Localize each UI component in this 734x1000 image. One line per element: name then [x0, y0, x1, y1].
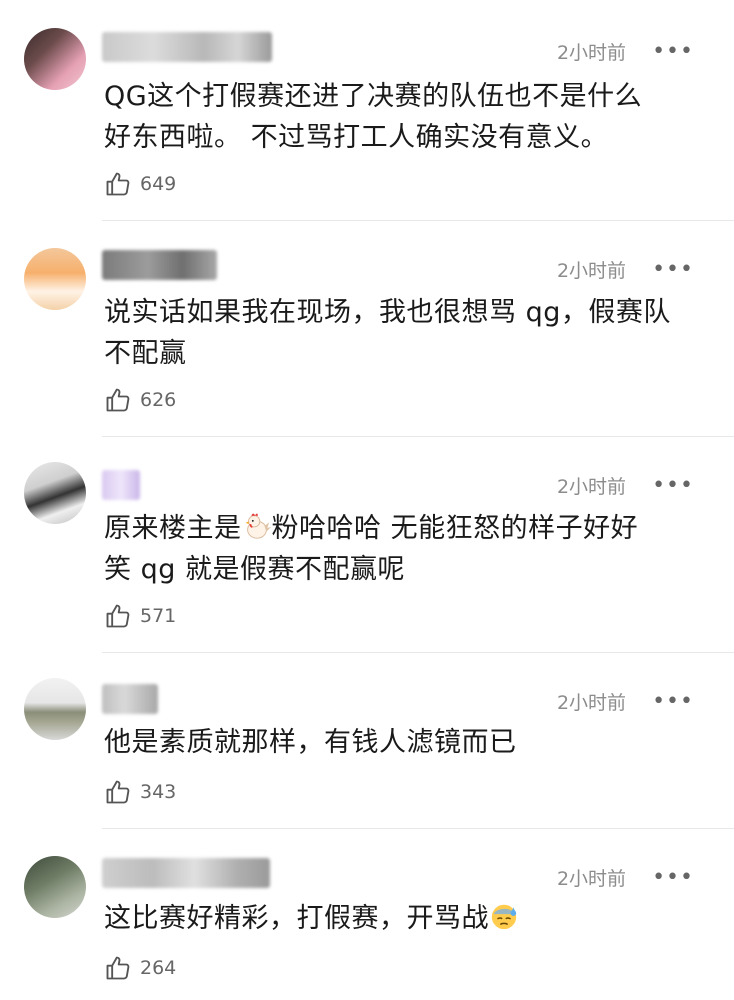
comment-text: 他是素质就那样，有钱人滤镜而已 — [104, 727, 517, 758]
like-count: 343 — [140, 781, 177, 803]
avatar[interactable] — [24, 856, 86, 918]
username-blurred[interactable] — [102, 684, 158, 714]
like-button[interactable]: 343 — [104, 778, 176, 806]
divider — [102, 220, 734, 221]
username-blurred[interactable] — [102, 858, 270, 888]
thumbs-up-icon — [106, 780, 130, 804]
more-options-icon[interactable]: ••• — [652, 690, 694, 713]
thumbs-up-icon — [106, 956, 130, 980]
thumbs-up-icon — [106, 172, 130, 196]
like-count: 626 — [140, 389, 177, 411]
more-options-icon[interactable]: ••• — [652, 474, 694, 497]
divider — [102, 652, 734, 653]
timestamp: 2小时前 — [556, 42, 627, 64]
like-button[interactable]: 571 — [104, 602, 176, 630]
thumbs-up-icon — [106, 388, 130, 412]
like-button[interactable]: 264 — [104, 954, 176, 982]
comment-text: 原来楼主是 粉哈哈哈 无能狂怒的样子好好 笑 qg 就是假赛不配赢呢 — [104, 508, 694, 590]
avatar[interactable] — [24, 248, 86, 310]
like-button[interactable]: 649 — [104, 170, 176, 198]
comment-meta: 2小时前 ••• — [557, 472, 694, 499]
chicken-emoji — [245, 513, 271, 539]
more-options-icon[interactable]: ••• — [652, 866, 694, 889]
thumbs-up-icon — [106, 604, 130, 628]
like-button[interactable]: 626 — [104, 386, 176, 414]
avatar[interactable] — [24, 28, 86, 90]
like-count: 571 — [140, 605, 177, 627]
timestamp: 2小时前 — [556, 476, 627, 498]
comment-text-part: 这比赛好精彩，打假赛，开骂战 — [104, 903, 489, 934]
divider — [102, 828, 734, 829]
comment-meta: 2小时前 ••• — [557, 256, 694, 283]
like-count: 264 — [140, 957, 177, 979]
comment-meta: 2小时前 ••• — [557, 864, 694, 891]
avatar[interactable] — [24, 462, 86, 524]
timestamp: 2小时前 — [556, 868, 627, 890]
timestamp: 2小时前 — [556, 692, 627, 714]
avatar[interactable] — [24, 678, 86, 740]
sweat-face-emoji — [491, 904, 517, 930]
username-blurred[interactable] — [102, 250, 217, 280]
divider — [102, 436, 734, 437]
like-count: 649 — [140, 173, 177, 195]
comment-meta: 2小时前 ••• — [557, 38, 694, 65]
comment-text: 说实话如果我在现场，我也很想骂 qg，假赛队 不配赢 — [104, 297, 671, 369]
timestamp: 2小时前 — [556, 260, 627, 282]
comment-text: QG这个打假赛还进了决赛的队伍也不是什么 好东西啦。 不过骂打工人确实没有意义。 — [104, 81, 643, 153]
comment-text-part: 原来楼主是 — [104, 513, 242, 544]
username-blurred[interactable] — [102, 32, 272, 62]
username-blurred[interactable] — [102, 470, 140, 500]
comment-text: 这比赛好精彩，打假赛，开骂战 — [104, 898, 694, 939]
more-options-icon[interactable]: ••• — [652, 258, 694, 281]
more-options-icon[interactable]: ••• — [652, 40, 694, 63]
comment-meta: 2小时前 ••• — [557, 688, 694, 715]
